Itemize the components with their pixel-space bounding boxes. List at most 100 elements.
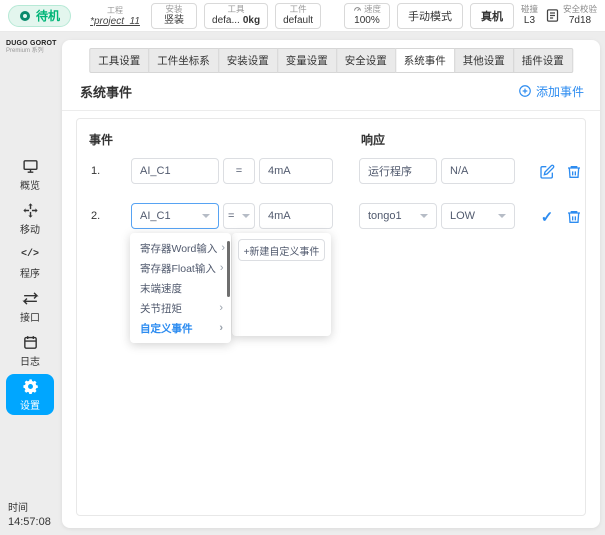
install-label: 安装 [165, 3, 183, 14]
row2-response-param-select[interactable]: LOW [441, 203, 515, 229]
project-selector[interactable]: 工程 *project_11 [86, 5, 144, 27]
safety-code: 7d18 [568, 14, 592, 26]
code-icon: </> [20, 249, 39, 260]
sidebar-item-move[interactable]: 移动 [6, 198, 54, 239]
sidebar-item-settings[interactable]: 设置 [6, 374, 54, 415]
row2-operator-value: = [228, 210, 235, 222]
sidebar-item-label: 移动 [20, 225, 40, 236]
settings-tabs: 工具设置 工件坐标系 安装设置 变量设置 安全设置 系统事件 其他设置 插件设置 [89, 48, 573, 73]
collision-label: 碰撞 [520, 3, 538, 14]
calendar-icon [23, 336, 37, 349]
row1-event-source-input[interactable] [131, 158, 219, 184]
dropdown-item-custom-event[interactable]: 自定义事件 › [130, 318, 231, 338]
tab-tool-settings[interactable]: 工具设置 [89, 48, 150, 73]
content-header: 系统事件 添加事件 [80, 80, 584, 102]
safety-doc-icon [546, 9, 559, 22]
dropdown-item-register-float-input[interactable]: 寄存器Float输入 › [130, 258, 231, 278]
safety-label: 安全校验 [562, 3, 597, 14]
event-row: 1. = 4mA 运行程序 N/A [77, 158, 585, 186]
column-header-response: 响应 [361, 133, 386, 147]
row2-delete-button[interactable] [564, 207, 584, 227]
install-selector[interactable]: 安装 竖装 [151, 2, 198, 29]
app-logo: DUGO GOROT Premium 系列 [0, 32, 60, 56]
chevron-down-icon [420, 214, 428, 218]
dropdown-item-label: 寄存器Word输入 [140, 242, 218, 255]
workpiece-selector[interactable]: 工件 default [275, 2, 322, 29]
dropdown-item-register-word-input[interactable]: 寄存器Word输入 › [130, 238, 231, 258]
tab-safety-settings[interactable]: 安全设置 [335, 48, 396, 73]
tool-selector[interactable]: 工具 defa... 0kg [204, 2, 269, 29]
sidebar-item-program[interactable]: </> 程序 [6, 242, 54, 283]
new-custom-event-button[interactable]: +新建自定义事件 [238, 239, 325, 261]
speed-selector[interactable]: 速度 100% [343, 2, 390, 29]
page-title: 系统事件 [80, 84, 133, 100]
manual-mode-button[interactable]: 手动模式 [396, 2, 463, 29]
circle-plus-icon [519, 85, 531, 97]
tab-other-settings[interactable]: 其他设置 [453, 48, 514, 73]
install-value: 竖装 [164, 14, 185, 26]
dropdown-scrollbar[interactable] [227, 241, 230, 297]
topbar: 待机 工程 *project_11 安装 竖装 工具 defa... 0kg 工… [0, 0, 605, 32]
tab-install-settings[interactable]: 安装设置 [217, 48, 278, 73]
sidebar: DUGO GOROT Premium 系列 概览 移动 </> 程序 接口 日志… [0, 32, 60, 535]
sidebar-item-overview[interactable]: 概览 [6, 154, 54, 195]
sidebar-item-interface[interactable]: 接口 [6, 286, 54, 327]
row1-edit-button[interactable] [537, 162, 557, 182]
real-machine-button[interactable]: 真机 [469, 2, 514, 29]
gear-icon [22, 379, 38, 395]
clock: 时间 14:57:08 [8, 502, 51, 529]
logo-subtitle: Premium 系列 [6, 48, 44, 55]
row1-delete-button[interactable] [564, 162, 584, 182]
check-icon: ✓ [540, 209, 554, 226]
row1-operator-field[interactable]: = [223, 158, 255, 184]
robot-status-badge[interactable]: 待机 [8, 4, 72, 27]
row1-response-action-field[interactable]: 运行程序 [359, 158, 437, 184]
tab-workpiece-coordinates[interactable]: 工件坐标系 [148, 48, 219, 73]
row1-response-param-field[interactable]: N/A [441, 158, 515, 184]
trash-icon [568, 211, 580, 223]
sidebar-item-label: 程序 [20, 269, 40, 280]
tool-label: 工具 [227, 3, 245, 14]
event-source-dropdown-menu: 寄存器Word输入 › 寄存器Float输入 › 末端速度 关节扭矩 › 自定义… [130, 233, 231, 343]
row2-event-source-select[interactable]: AI_C1 [131, 203, 219, 229]
tab-variable-settings[interactable]: 变量设置 [276, 48, 337, 73]
chevron-right-icon: › [221, 242, 226, 254]
chevron-right-icon: › [219, 302, 223, 314]
dropdown-item-label: 自定义事件 [140, 322, 193, 335]
sidebar-item-log[interactable]: 日志 [6, 330, 54, 371]
robot-status-text: 待机 [36, 9, 61, 23]
add-event-button[interactable]: 添加事件 [518, 83, 584, 100]
dropdown-item-joint-torque[interactable]: 关节扭矩 › [130, 298, 231, 318]
workpiece-label: 工件 [289, 3, 307, 14]
row2-confirm-button[interactable]: ✓ [537, 207, 557, 227]
row2-response-action-select[interactable]: tongo1 [359, 203, 437, 229]
time-label: 时间 [8, 502, 28, 514]
tab-plugin-settings[interactable]: 插件设置 [512, 48, 573, 73]
project-label: 工程 [107, 5, 124, 15]
row2-response-param-value: LOW [450, 210, 476, 222]
time-value: 14:57:08 [8, 515, 51, 528]
safety-check-indicator[interactable]: 安全校验 7d18 [545, 4, 597, 27]
speed-value: 100% [354, 14, 380, 26]
chevron-right-icon: › [219, 262, 224, 274]
tool-value: defa... [212, 14, 240, 26]
add-event-label: 添加事件 [535, 84, 584, 99]
sidebar-item-label: 设置 [20, 401, 40, 412]
speed-label: 速度 [363, 3, 381, 14]
edit-pencil-icon [540, 164, 555, 179]
chevron-down-icon [202, 214, 210, 218]
monitor-icon [22, 160, 38, 173]
project-name: *project_11 [90, 15, 140, 27]
row1-value-field[interactable]: 4mA [259, 158, 333, 184]
row2-operator-select[interactable]: = [223, 203, 255, 229]
row-index: 2. [91, 210, 101, 222]
collision-level: L3 [523, 14, 536, 26]
dropdown-item-tcp-speed[interactable]: 末端速度 [130, 278, 231, 298]
event-row-editing: 2. AI_C1 = tongo1 LOW ✓ [77, 203, 585, 231]
trash-icon [568, 166, 580, 178]
tab-system-events[interactable]: 系统事件 [394, 48, 455, 73]
row2-value-input[interactable] [259, 203, 333, 229]
row-index: 1. [91, 165, 101, 177]
workpiece-value: default [283, 14, 314, 26]
collision-indicator[interactable]: 碰撞 L3 [521, 4, 538, 27]
